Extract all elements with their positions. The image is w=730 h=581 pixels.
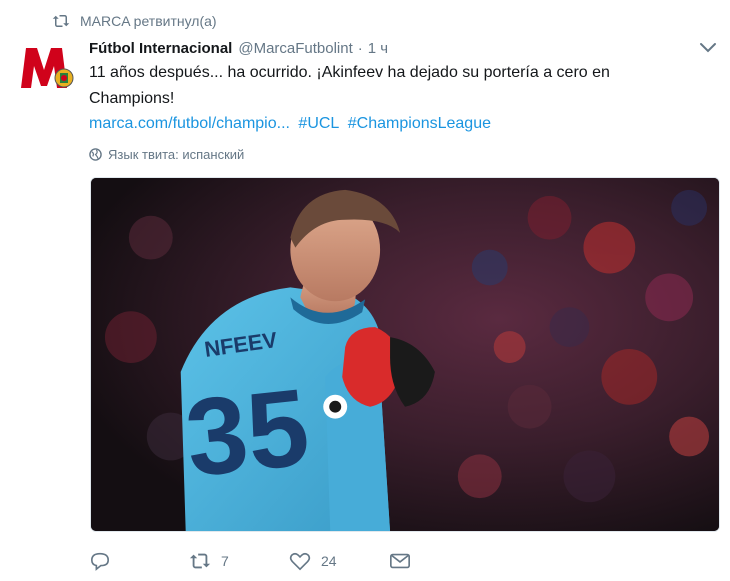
tweet-actions: 7 24	[89, 546, 411, 576]
tweet-text: 11 años después... ha ocurrido. ¡Akinfee…	[89, 64, 610, 107]
language-label[interactable]: Язык твита: испанский	[108, 147, 244, 162]
chevron-down-icon[interactable]	[698, 39, 718, 57]
article-link[interactable]: marca.com/futbol/champio...	[89, 115, 290, 132]
tweet-header: Fútbol Internacional @MarcaFutbolint · 1…	[89, 37, 718, 59]
tweet-timestamp[interactable]: 1 ч	[368, 40, 388, 57]
retweet-icon	[52, 15, 70, 27]
like-button[interactable]: 24	[289, 551, 389, 571]
separator-dot: ·	[357, 39, 363, 57]
retweet-icon	[189, 553, 211, 569]
globe-icon	[89, 147, 102, 161]
tweet-language: Язык твита: испанский	[89, 145, 244, 163]
hashtag-ucl[interactable]: #UCL	[298, 115, 339, 132]
retweet-context: MARCA ретвитнул(а)	[52, 10, 217, 32]
author-name[interactable]: Fútbol Internacional	[89, 40, 232, 57]
retweet-button[interactable]: 7	[189, 551, 289, 571]
retweet-count: 7	[221, 553, 229, 569]
reply-icon	[90, 552, 110, 571]
goalkeeper-photo: NFEEV 35	[91, 178, 719, 531]
like-count: 24	[321, 553, 337, 569]
tweet-photo[interactable]: NFEEV 35	[90, 177, 720, 532]
direct-message-button[interactable]	[389, 551, 411, 571]
avatar[interactable]	[18, 40, 76, 98]
envelope-icon	[390, 553, 410, 569]
retweet-context-label[interactable]: MARCA ретвитнул(а)	[80, 13, 217, 29]
reply-button[interactable]	[89, 551, 189, 571]
marca-logo-icon	[18, 40, 76, 98]
tweet-links: marca.com/futbol/champio... #UCL #Champi…	[89, 111, 495, 137]
jersey-number: 35	[180, 366, 314, 500]
author-handle[interactable]: @MarcaFutbolint	[238, 40, 352, 57]
hashtag-championsleague[interactable]: #ChampionsLeague	[348, 115, 491, 132]
heart-icon	[289, 552, 311, 571]
